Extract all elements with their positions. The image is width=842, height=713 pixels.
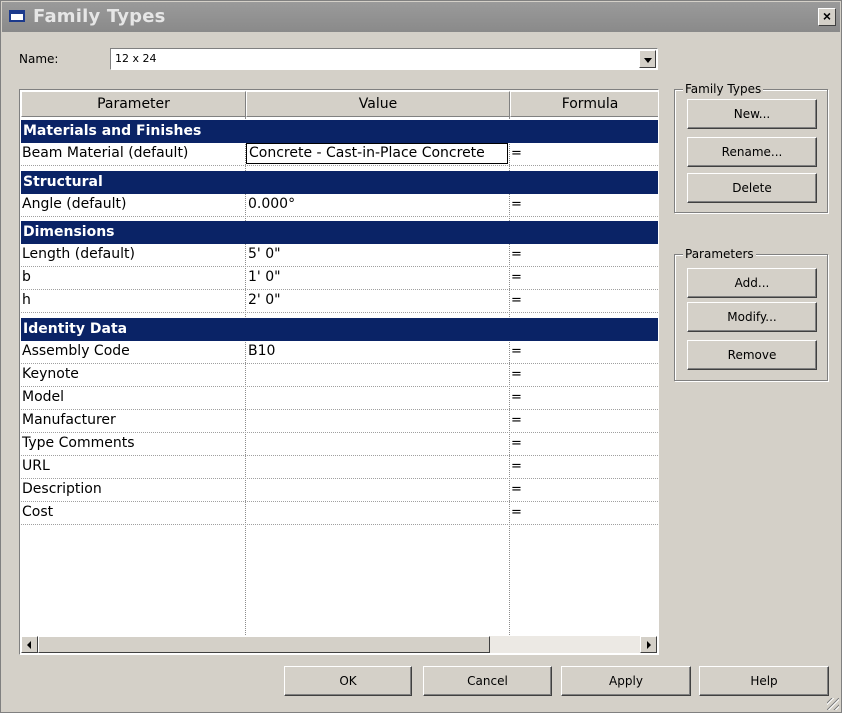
param-formula[interactable]: = [511, 344, 522, 359]
param-formula[interactable]: = [511, 390, 522, 405]
table-row[interactable]: Manufacturer = [21, 410, 658, 433]
help-button[interactable]: Help [699, 666, 829, 696]
name-label: Name: [19, 52, 59, 66]
section-materials-and-finishes[interactable]: Materials and Finishes [21, 120, 658, 143]
resize-grip-icon[interactable] [827, 698, 839, 710]
param-formula[interactable]: = [511, 413, 522, 428]
column-header-parameter[interactable]: Parameter [21, 91, 246, 117]
name-dropdown[interactable]: 12 x 24 [110, 48, 658, 70]
rename-button[interactable]: Rename... [687, 137, 817, 167]
param-formula[interactable]: = [511, 505, 522, 520]
param-formula[interactable]: = [511, 146, 522, 161]
apply-button[interactable]: Apply [561, 666, 691, 696]
table-row[interactable]: Model = [21, 387, 658, 410]
param-formula[interactable]: = [511, 293, 522, 308]
param-value[interactable]: 5' 0" [248, 246, 281, 262]
param-name: h [22, 292, 31, 308]
chevron-down-icon[interactable] [639, 50, 656, 68]
param-name: Assembly Code [22, 343, 130, 359]
cancel-button[interactable]: Cancel [423, 666, 552, 696]
param-formula[interactable]: = [511, 367, 522, 382]
dialog-title: Family Types [33, 6, 166, 27]
ok-button[interactable]: OK [284, 666, 412, 696]
scroll-right-icon[interactable] [640, 636, 657, 653]
table-row[interactable]: Assembly Code B10 = [21, 341, 658, 364]
section-dimensions[interactable]: Dimensions [21, 221, 658, 244]
table-row[interactable]: Beam Material (default) Concrete - Cast-… [21, 143, 658, 166]
param-name: Keynote [22, 366, 79, 382]
family-types-group-label: Family Types [683, 82, 764, 96]
modify-parameter-button[interactable]: Modify... [687, 302, 817, 332]
table-row[interactable]: Keynote = [21, 364, 658, 387]
section-structural[interactable]: Structural [21, 171, 658, 194]
close-button[interactable]: × [818, 8, 836, 26]
parameters-group-label: Parameters [683, 247, 756, 261]
table-row[interactable]: b 1' 0" = [21, 267, 658, 290]
table-row[interactable]: Angle (default) 0.000° = [21, 194, 658, 217]
param-value[interactable]: B10 [248, 343, 275, 359]
window-icon [9, 10, 25, 22]
param-formula[interactable]: = [511, 482, 522, 497]
table-row[interactable]: Type Comments = [21, 433, 658, 456]
param-name: Length (default) [22, 246, 135, 262]
column-header-value[interactable]: Value [246, 91, 510, 117]
column-header-formula[interactable]: Formula [510, 91, 658, 117]
param-name: Type Comments [22, 435, 135, 451]
family-types-dialog: Family Types × Name: 12 x 24 Parameter V… [0, 0, 842, 713]
table-row[interactable]: Description = [21, 479, 658, 502]
param-formula[interactable]: = [511, 436, 522, 451]
param-value-field[interactable]: Concrete - Cast-in-Place Concrete [246, 143, 508, 164]
name-dropdown-value: 12 x 24 [115, 52, 157, 65]
title-bar[interactable]: Family Types × [2, 2, 840, 32]
param-name: Manufacturer [22, 412, 116, 428]
param-name: Description [22, 481, 102, 497]
horizontal-scrollbar[interactable] [21, 636, 657, 653]
param-value[interactable]: 1' 0" [248, 269, 281, 285]
param-value[interactable]: 0.000° [248, 196, 295, 212]
section-identity-data[interactable]: Identity Data [21, 318, 658, 341]
table-row[interactable]: Cost = [21, 502, 658, 525]
table-row[interactable]: h 2' 0" = [21, 290, 658, 313]
param-name: b [22, 269, 31, 285]
parameters-grid[interactable]: Parameter Value Formula Materials and Fi… [19, 89, 659, 655]
table-row[interactable]: URL = [21, 456, 658, 479]
param-name: Cost [22, 504, 54, 520]
param-name: Beam Material (default) [22, 145, 189, 161]
add-parameter-button[interactable]: Add... [687, 268, 817, 298]
param-formula[interactable]: = [511, 459, 522, 474]
param-name: Angle (default) [22, 196, 127, 212]
param-formula[interactable]: = [511, 197, 522, 212]
delete-button[interactable]: Delete [687, 173, 817, 203]
param-formula[interactable]: = [511, 247, 522, 262]
scroll-left-icon[interactable] [21, 636, 38, 653]
param-formula[interactable]: = [511, 270, 522, 285]
param-value[interactable]: 2' 0" [248, 292, 281, 308]
new-button[interactable]: New... [687, 99, 817, 129]
scroll-thumb[interactable] [38, 636, 490, 653]
param-name: URL [22, 458, 50, 474]
remove-parameter-button[interactable]: Remove [687, 340, 817, 370]
table-row[interactable]: Length (default) 5' 0" = [21, 244, 658, 267]
param-name: Model [22, 389, 65, 405]
